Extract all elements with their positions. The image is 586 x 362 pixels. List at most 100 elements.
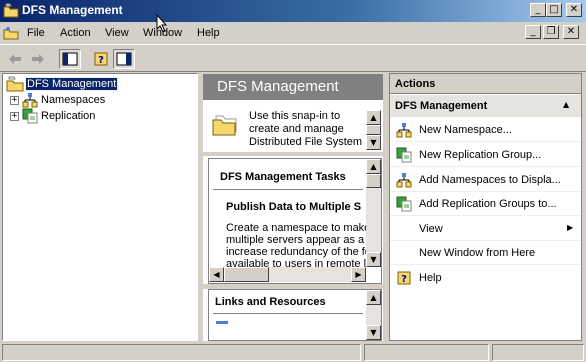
intro-scrollbar[interactable]: ▲ ▼ (366, 110, 381, 150)
mdi-restore-button[interactable]: ❐ (543, 25, 559, 39)
expand-replication-icon[interactable]: + (10, 111, 19, 121)
forward-button[interactable] (27, 49, 49, 69)
tree-replication-label: Replication (41, 110, 96, 122)
intro-line-3: Distributed File System (249, 136, 363, 148)
help-toolbar-button[interactable]: ? (90, 49, 112, 69)
status-panel-3 (492, 344, 584, 361)
show-hide-console-tree-button[interactable] (59, 49, 81, 69)
tasks-panel: DFS Management Tasks Publish Data to Mul… (208, 158, 382, 284)
replication-icon (396, 196, 412, 211)
svg-text:?: ? (98, 55, 104, 66)
mdi-minimize-button[interactable]: _ (525, 25, 541, 39)
namespace-icon (396, 172, 412, 187)
link-icon (216, 321, 228, 324)
forward-arrow-icon (32, 54, 44, 64)
tasks-title: DFS Management Tasks (220, 171, 346, 183)
action-view[interactable]: View ▶ (390, 217, 581, 241)
intro-line-1: Use this snap-in to (249, 110, 341, 122)
tree-root-label: DFS Management (24, 77, 119, 91)
actions-title: Actions (390, 74, 581, 94)
window-title: DFS Management (22, 3, 123, 17)
maximize-button[interactable]: □ (546, 3, 562, 17)
namespaces-icon (22, 93, 38, 108)
replication-icon (396, 147, 412, 162)
tasks-divider (213, 189, 363, 190)
task-body-line-3: increase redundancy of the fo (226, 246, 367, 258)
links-scroll-up-icon[interactable]: ▲ (366, 290, 381, 305)
actions-group-header[interactable]: DFS Management ▲ (390, 95, 581, 117)
tree-item-replication[interactable]: + Replication (10, 108, 95, 124)
action-new-window-from-here[interactable]: New Window from Here (390, 241, 581, 265)
tasks-scroll-thumb[interactable] (366, 174, 381, 188)
task-heading[interactable]: Publish Data to Multiple S (226, 201, 366, 213)
mdi-close-button[interactable]: ✕ (563, 25, 579, 39)
intro-line-2: create and manage (249, 123, 344, 135)
action-new-replication-group[interactable]: New Replication Group... (390, 143, 581, 167)
tasks-horizontal-scrollbar[interactable]: ◀ ▶ (209, 267, 366, 282)
action-help[interactable]: ? Help (390, 266, 581, 290)
action-label: View (419, 222, 443, 235)
results-pane-title: DFS Management (203, 74, 383, 100)
menu-window[interactable]: Window (143, 27, 182, 39)
scroll-left-icon[interactable]: ◀ (209, 267, 224, 282)
intro-panel: Use this snap-in to create and manage Di… (207, 104, 381, 152)
back-button[interactable] (4, 49, 26, 69)
submenu-arrow-icon: ▶ (567, 223, 574, 232)
tree-item-dfs-management[interactable]: DFS Management (6, 76, 119, 92)
menu-action[interactable]: Action (60, 27, 91, 39)
links-panel: Links and Resources (208, 289, 382, 341)
tasks-vertical-scrollbar[interactable]: ▲ ▼ (366, 159, 381, 267)
menu-view[interactable]: View (105, 27, 129, 39)
action-new-namespace[interactable]: New Namespace... (390, 118, 581, 142)
action-label: Add Replication Groups to... (419, 197, 557, 210)
folder-icon (212, 115, 237, 136)
links-title: Links and Resources (215, 296, 326, 308)
scroll-thumb[interactable] (366, 125, 381, 135)
hscroll-thumb[interactable] (224, 267, 269, 282)
divider (203, 152, 383, 156)
namespace-icon (396, 122, 412, 137)
tasks-scroll-up-icon[interactable]: ▲ (366, 159, 381, 174)
status-panel-2 (364, 344, 489, 361)
scroll-down-icon[interactable]: ▼ (366, 135, 381, 150)
tasks-scroll-down-icon[interactable]: ▼ (366, 252, 381, 267)
close-button[interactable]: ✕ (566, 3, 582, 17)
action-label: Help (419, 272, 442, 284)
action-pane-icon (116, 52, 132, 66)
toolbar: ? (0, 44, 586, 72)
dfs-app-icon (3, 3, 19, 18)
back-arrow-icon (9, 54, 21, 64)
console-tree-icon (62, 52, 78, 66)
dfs-document-icon (3, 27, 19, 40)
action-label: Add Namespaces to Displa... (419, 173, 561, 186)
task-body-line-2: multiple servers appear as a s (226, 234, 367, 246)
tree-namespaces-label: Namespaces (41, 94, 106, 106)
task-body-line-1: Create a namespace to make (226, 222, 367, 234)
actions-group-label: DFS Management (395, 100, 488, 112)
console-tree[interactable]: DFS Management + Namespaces + Replicatio… (2, 73, 198, 341)
action-add-replication-groups[interactable]: Add Replication Groups to... (390, 192, 581, 216)
tree-item-namespaces[interactable]: + Namespaces (10, 92, 105, 108)
scroll-up-icon[interactable]: ▲ (366, 110, 381, 125)
show-hide-action-pane-button[interactable] (113, 49, 135, 69)
svg-text:?: ? (401, 274, 407, 285)
expand-namespaces-icon[interactable]: + (10, 95, 19, 105)
minimize-button[interactable]: _ (530, 3, 546, 17)
help-icon: ? (397, 271, 411, 285)
status-panel-1 (2, 344, 361, 361)
title-bar[interactable]: DFS Management _ □ ✕ (0, 0, 586, 22)
action-label: New Replication Group... (419, 148, 542, 161)
replication-icon (22, 108, 38, 124)
action-label: New Window from Here (419, 246, 536, 259)
menu-help[interactable]: Help (197, 27, 220, 39)
links-scroll-down-icon[interactable]: ▼ (366, 325, 381, 340)
action-add-namespaces-to-display[interactable]: Add Namespaces to Displa... (390, 168, 581, 192)
menu-file[interactable]: File (27, 27, 45, 39)
links-divider (213, 313, 363, 314)
collapse-caret-icon[interactable]: ▲ (563, 100, 569, 109)
menu-bar: File Action View Window Help (0, 22, 586, 44)
links-scrollbar[interactable]: ▲ ▼ (366, 290, 381, 340)
dfs-root-icon (6, 76, 24, 92)
action-label: New Namespace... (419, 123, 512, 136)
scroll-right-icon[interactable]: ▶ (351, 267, 366, 282)
